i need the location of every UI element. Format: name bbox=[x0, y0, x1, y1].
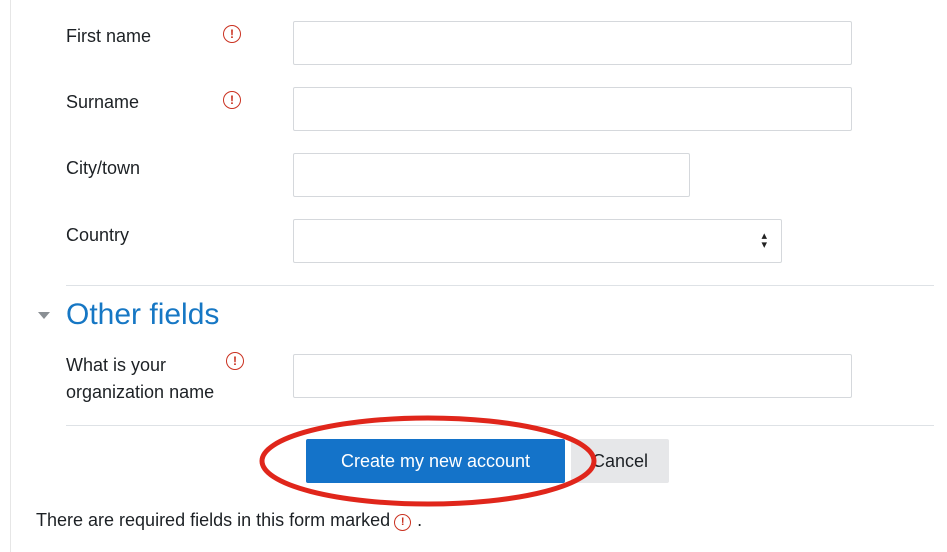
cancel-button[interactable]: Cancel bbox=[571, 439, 669, 483]
required-icon bbox=[223, 91, 241, 109]
city-town-input[interactable] bbox=[293, 153, 690, 197]
required-note-text: There are required fields in this form m… bbox=[36, 510, 391, 530]
create-account-button[interactable]: Create my new account bbox=[306, 439, 565, 483]
required-fields-note: There are required fields in this form m… bbox=[36, 510, 422, 531]
first-name-label: First name bbox=[66, 26, 152, 46]
organization-label-line1: What is your bbox=[66, 355, 167, 375]
required-note-period: . bbox=[417, 510, 423, 530]
surname-label: Surname bbox=[66, 92, 140, 112]
country-label: Country bbox=[66, 225, 130, 245]
country-select[interactable]: ▴ ▾ bbox=[293, 219, 782, 263]
organization-label-line2: organization name bbox=[66, 382, 215, 402]
caret-down-icon[interactable] bbox=[38, 312, 50, 319]
first-name-input[interactable] bbox=[293, 21, 852, 65]
surname-input[interactable] bbox=[293, 87, 852, 131]
form-divider bbox=[66, 425, 934, 426]
up-down-arrows-icon: ▴ ▾ bbox=[761, 230, 767, 251]
required-icon bbox=[223, 25, 241, 43]
section-divider bbox=[66, 285, 934, 286]
required-icon bbox=[394, 514, 412, 531]
required-icon bbox=[226, 352, 244, 370]
city-town-label: City/town bbox=[66, 158, 141, 178]
organization-name-input[interactable] bbox=[293, 354, 852, 398]
other-fields-section-title[interactable]: Other fields bbox=[66, 298, 219, 332]
page-left-border bbox=[10, 0, 11, 552]
